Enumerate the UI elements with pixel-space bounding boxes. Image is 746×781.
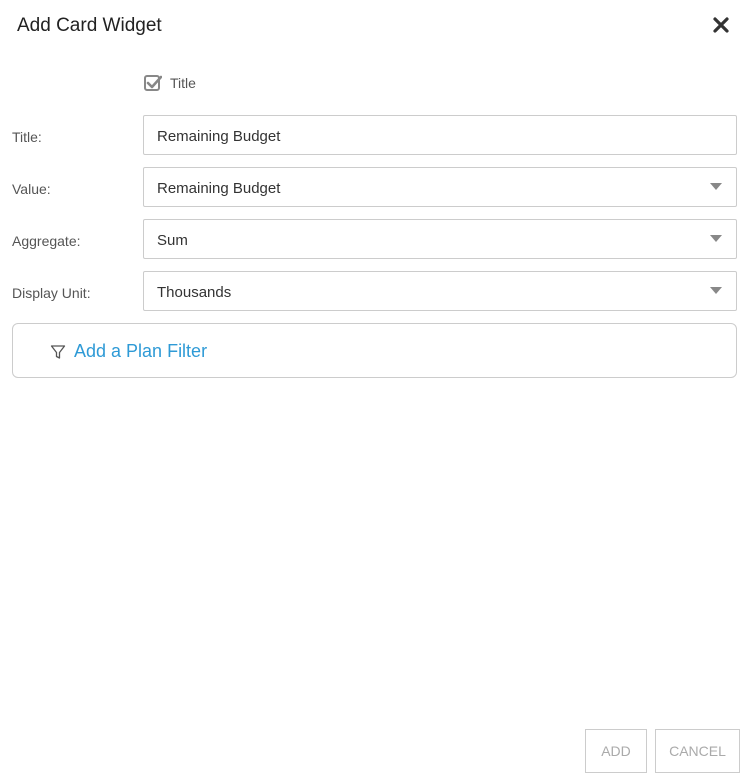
add-button[interactable]: ADD xyxy=(585,729,647,773)
dialog-title: Add Card Widget xyxy=(17,15,162,36)
value-select[interactable]: Remaining Budget xyxy=(143,167,737,207)
display-unit-select[interactable]: Thousands xyxy=(143,271,737,311)
value-select-value: Remaining Budget xyxy=(157,180,281,197)
filter-icon xyxy=(50,344,66,359)
show-title-label: Title xyxy=(170,75,196,91)
value-label: Value: xyxy=(12,181,51,197)
aggregate-select[interactable]: Sum xyxy=(143,219,737,259)
aggregate-label: Aggregate: xyxy=(12,233,81,249)
cancel-button[interactable]: CANCEL xyxy=(655,729,740,773)
show-title-checkbox[interactable] xyxy=(144,74,162,92)
title-label: Title: xyxy=(12,129,42,145)
title-input[interactable]: Remaining Budget xyxy=(143,115,737,155)
caret-down-icon xyxy=(710,235,722,242)
show-title-row: Title xyxy=(144,74,196,92)
caret-down-icon xyxy=(710,287,722,294)
aggregate-select-value: Sum xyxy=(157,232,188,249)
close-icon[interactable] xyxy=(711,14,731,36)
title-input-value: Remaining Budget xyxy=(157,128,281,145)
caret-down-icon xyxy=(710,183,722,190)
plan-filter-panel: Add a Plan Filter xyxy=(12,323,737,378)
display-unit-label: Display Unit: xyxy=(12,285,91,301)
add-plan-filter-link[interactable]: Add a Plan Filter xyxy=(50,341,207,362)
display-unit-select-value: Thousands xyxy=(157,284,232,301)
add-plan-filter-label: Add a Plan Filter xyxy=(74,341,208,361)
